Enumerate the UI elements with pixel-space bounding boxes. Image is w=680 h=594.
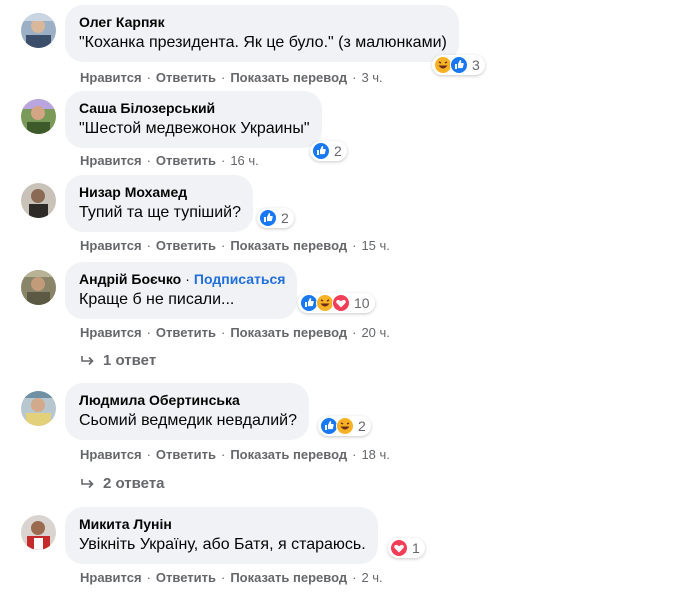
timestamp[interactable]: 15 ч. [361,238,389,253]
comment-text: Сьомий ведмедик невдалий? [79,412,297,429]
reaction-count: 2 [358,418,366,434]
comment-actions: Нравится · Ответить · Показать перевод · 2 ч. [80,570,383,585]
avatar[interactable] [21,270,56,305]
reaction-count: 2 [334,143,342,159]
reaction-count: 3 [472,57,480,73]
avatar[interactable] [21,391,56,426]
timestamp[interactable]: 20 ч. [361,325,389,340]
reply-action[interactable]: Ответить [156,570,216,585]
reactions-summary[interactable]: 3 [432,55,485,75]
comment-actions: Нравится · Ответить · Показать перевод · 18 ч. [80,447,390,462]
love-reaction-icon [390,539,408,557]
comment-text: "Коханка президента. Як це було." (з мал… [79,34,447,51]
comment-bubble: Олег Карпяк "Коханка президента. Як це б… [65,5,459,62]
comment-bubble: Саша Білозерський "Шестой медвежонок Укр… [65,91,322,148]
comment-bubble: Андрій Боєчко · Подписаться Краще б не пис… [65,262,298,319]
reactions-summary[interactable]: 10 [298,293,375,313]
reply-arrow-icon [81,355,94,365]
reactions-summary[interactable]: 2 [257,208,294,228]
translate-action[interactable]: Показать перевод [230,238,347,253]
like-action[interactable]: Нравится [80,153,142,168]
like-reaction-icon [259,209,277,227]
comment-text: Тупий та ще тупіший? [79,204,242,221]
view-replies-link[interactable]: 1 ответ [81,352,156,369]
reply-action[interactable]: Ответить [156,70,216,85]
translate-action[interactable]: Показать перевод [230,570,347,585]
timestamp[interactable]: 18 ч. [361,447,389,462]
timestamp[interactable]: 16 ч. [230,153,258,168]
like-reaction-icon [450,56,468,74]
reaction-count: 2 [281,210,289,226]
author-name[interactable]: Микита Лунін [79,515,366,533]
comment-text: Увікніть Україну, або Батя, я стараюсь. [79,536,366,553]
reply-action[interactable]: Ответить [156,447,216,462]
timestamp[interactable]: 3 ч. [361,70,382,85]
like-reaction-icon [312,142,330,160]
author-name[interactable]: Низар Мохамед [79,183,241,201]
like-action[interactable]: Нравится [80,447,142,462]
comment-bubble: Людмила Обертинська Сьомий ведмедик невд… [65,383,309,440]
replies-count: 1 ответ [103,352,157,369]
like-action[interactable]: Нравится [80,325,142,340]
comment-text: Краще б не писали... [79,291,235,308]
reaction-count: 10 [354,295,370,311]
reply-action[interactable]: Ответить [156,238,216,253]
reactions-summary[interactable]: 2 [310,141,347,161]
timestamp[interactable]: 2 ч. [361,570,382,585]
comment-actions: Нравится · Ответить · 16 ч. [80,153,259,168]
like-action[interactable]: Нравится [80,70,142,85]
comment-bubble: Низар Мохамед Тупий та ще тупіший? [65,175,254,232]
reactions-summary[interactable]: 1 [388,538,425,558]
translate-action[interactable]: Показать перевод [230,447,347,462]
author-name[interactable]: Андрій Боєчко [79,271,181,287]
comment-bubble: Микита Лунін Увікніть Україну, або Батя,… [65,507,378,564]
avatar[interactable] [21,515,56,550]
reply-arrow-icon [81,478,94,488]
author-name[interactable]: Саша Білозерський [79,99,310,117]
translate-action[interactable]: Показать перевод [230,325,347,340]
like-action[interactable]: Нравится [80,238,142,253]
haha-reaction-icon [336,417,354,435]
avatar[interactable] [21,183,56,218]
translate-action[interactable]: Показать перевод [230,70,347,85]
avatar[interactable] [21,13,56,48]
view-replies-link[interactable]: 2 ответа [81,475,165,492]
comment-text: "Шестой медвежонок Украины" [79,120,310,137]
comment-actions: Нравится · Ответить · Показать перевод · 20 ч. [80,325,390,340]
comment-actions: Нравится · Ответить · Показать перевод · 3 ч. [80,70,383,85]
comment-actions: Нравится · Ответить · Показать перевод · 15 ч. [80,238,390,253]
love-reaction-icon [332,294,350,312]
reply-action[interactable]: Ответить [156,153,216,168]
replies-count: 2 ответа [103,475,165,492]
follow-link[interactable]: Подписаться [194,271,286,287]
reply-action[interactable]: Ответить [156,325,216,340]
avatar[interactable] [21,99,56,134]
author-name[interactable]: Олег Карпяк [79,13,447,31]
reaction-count: 1 [412,540,420,556]
author-name[interactable]: Людмила Обертинська [79,391,297,409]
like-action[interactable]: Нравится [80,570,142,585]
reactions-summary[interactable]: 2 [318,416,371,436]
